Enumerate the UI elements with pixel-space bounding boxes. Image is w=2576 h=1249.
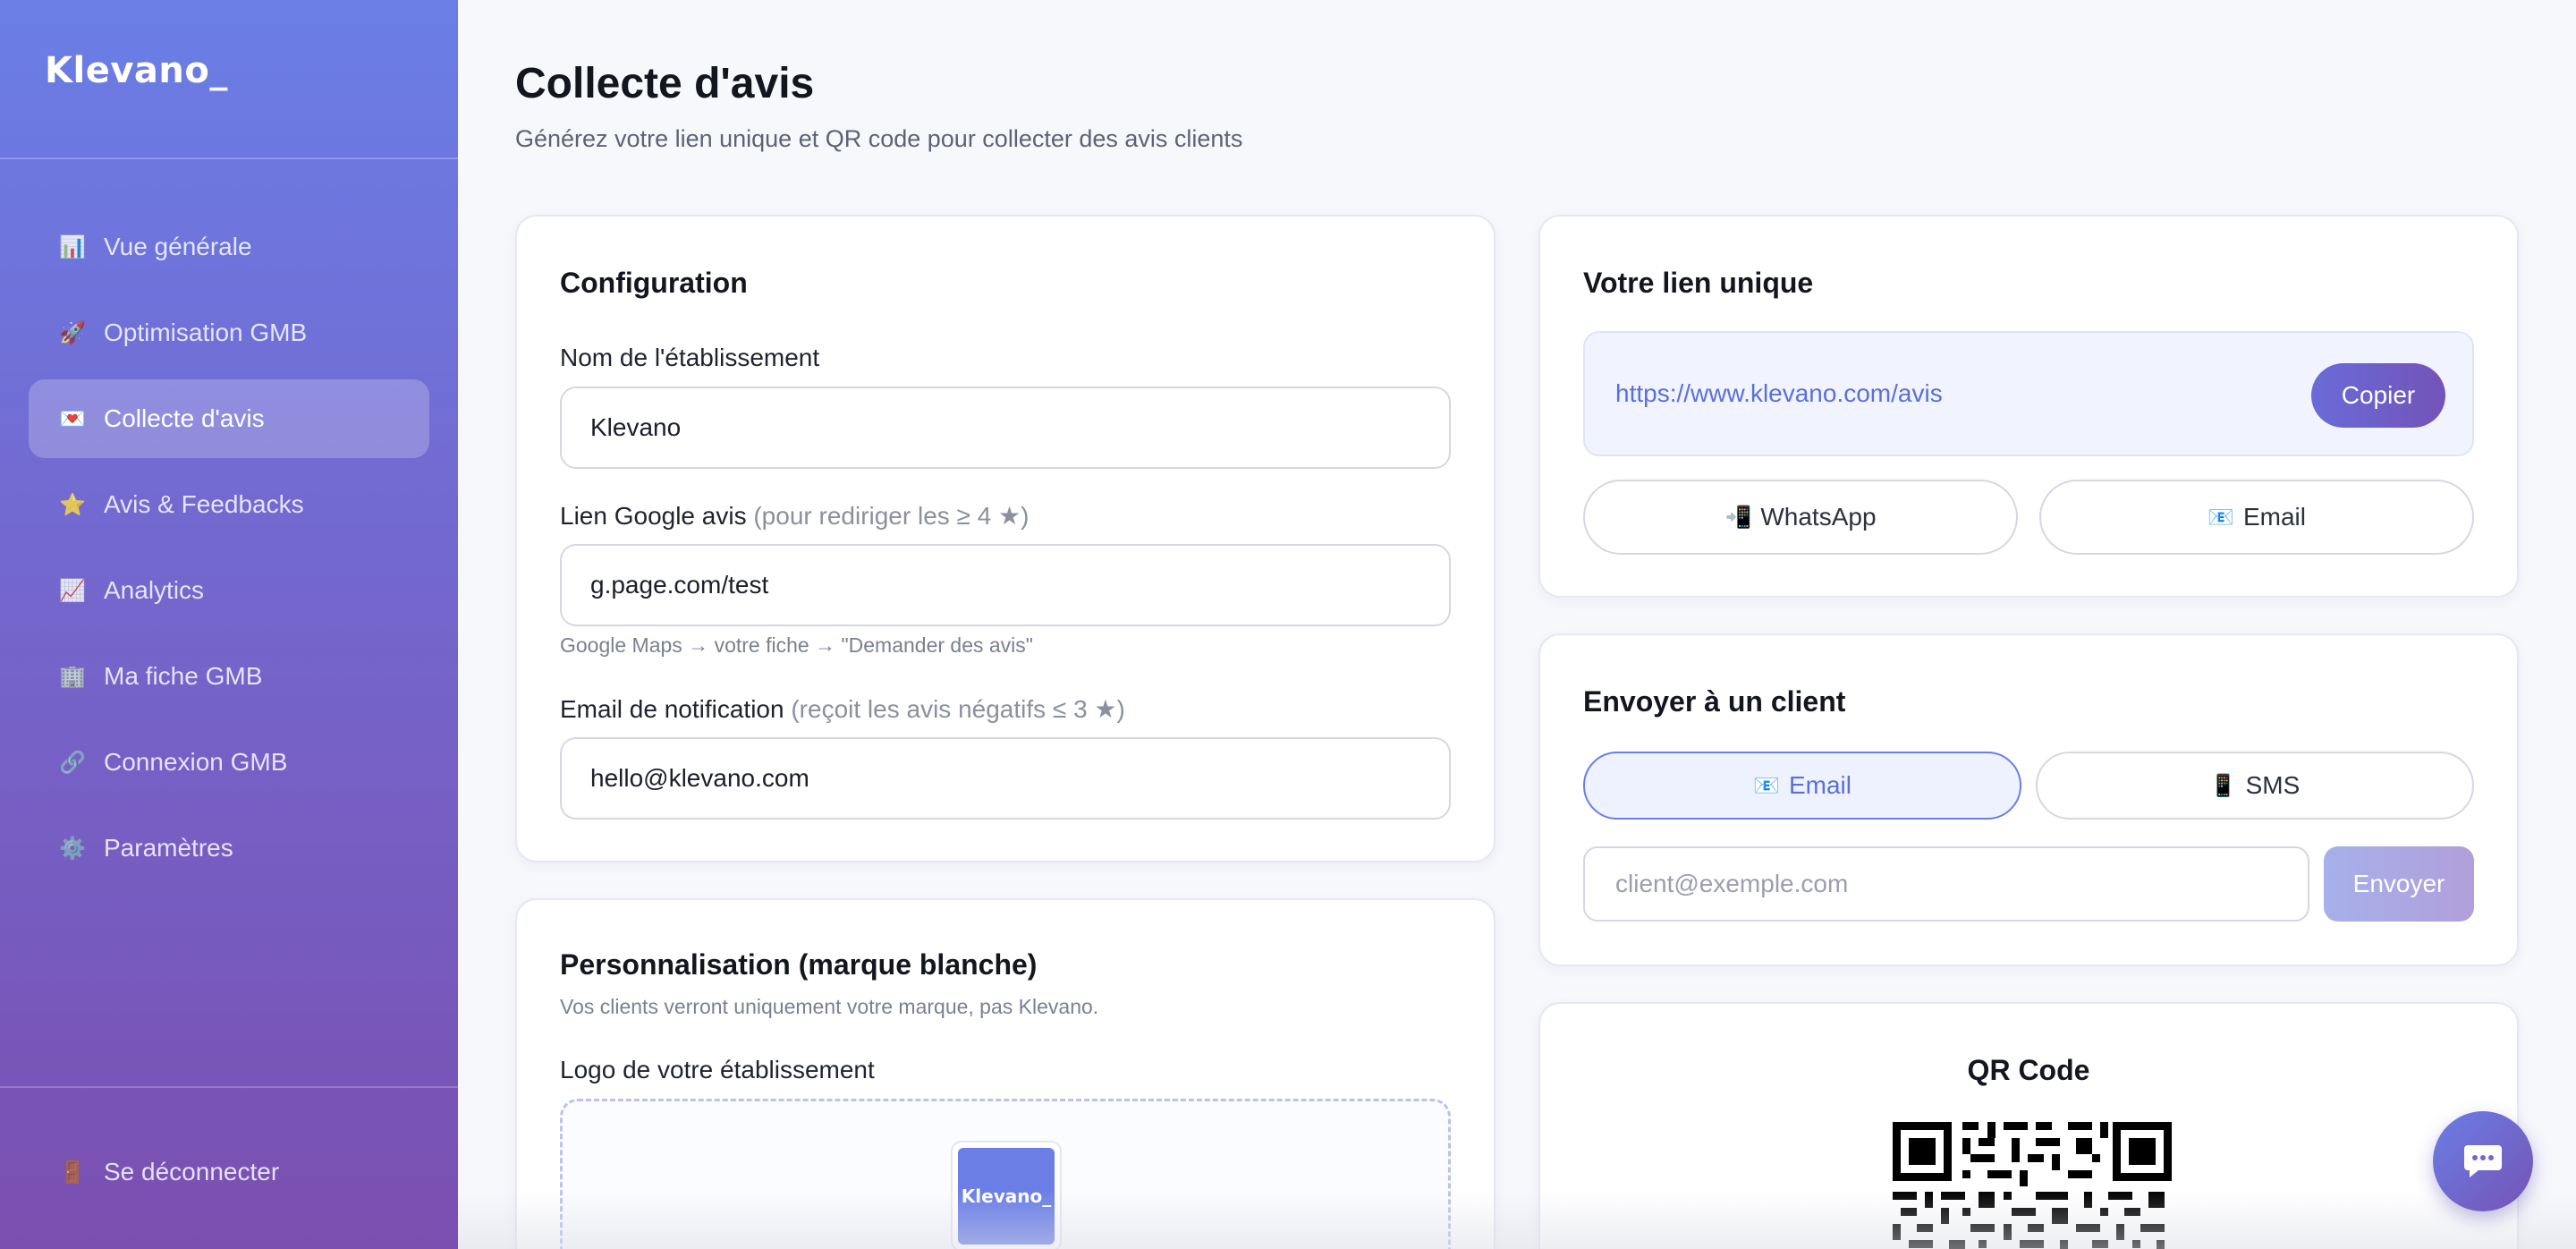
- logout-label: Se déconnecter: [104, 1158, 280, 1185]
- phone-arrow-icon: 📲: [1724, 505, 1752, 530]
- branding-card: Personnalisation (marque blanche) Vos cl…: [515, 898, 1496, 1249]
- sidebar-item-3[interactable]: 💌 Collecte d'avis: [29, 379, 429, 458]
- google-review-link-field[interactable]: g.page.com/test: [560, 544, 1451, 626]
- unique-link-box: https://www.klevano.com/avis Copier: [1583, 331, 2474, 456]
- name-field-label: Nom de l'établissement: [560, 344, 820, 371]
- logo-preview-image: Klevano_: [958, 1148, 1055, 1245]
- brand-logo[interactable]: Klevano_: [45, 50, 228, 91]
- qr-code-title: QR Code: [1967, 1054, 2090, 1086]
- logo-upload-label: Logo de votre établissement: [560, 1056, 875, 1083]
- logo-upload-dropzone[interactable]: Klevano_: [560, 1099, 1451, 1249]
- unique-link-url[interactable]: https://www.klevano.com/avis: [1615, 379, 1943, 408]
- sidebar-item-label: Ma fiche GMB: [104, 662, 263, 690]
- sidebar-item-label: Optimisation GMB: [104, 319, 308, 346]
- google-link-hint: Google Maps → votre fiche → "Demander de…: [560, 633, 1033, 657]
- sidebar-item-8[interactable]: ⚙️ Paramètres: [29, 809, 429, 888]
- sidebar-item-label: Vue générale: [104, 233, 252, 260]
- sidebar-item-6[interactable]: 🏢 Ma fiche GMB: [29, 637, 429, 716]
- share-whatsapp-button[interactable]: 📲 WhatsApp: [1583, 480, 2018, 555]
- bar-chart-icon: 📊: [59, 234, 86, 259]
- configuration-title: Configuration: [560, 267, 748, 299]
- notification-email-label-text: Email de notification: [560, 695, 784, 723]
- gear-icon: ⚙️: [59, 836, 86, 861]
- send-client-title: Envoyer à un client: [1583, 685, 1846, 718]
- sidebar-item-label: Connexion GMB: [104, 748, 288, 776]
- sidebar-item-label: Avis & Feedbacks: [104, 490, 304, 518]
- send-client-card: Envoyer à un client 📧 Email 📱 SMS client…: [1538, 633, 2519, 966]
- notification-email-label-note: (reçoit les avis négatifs ≤ 3 ★): [791, 695, 1125, 723]
- mobile-phone-icon: 📱: [2209, 773, 2237, 798]
- share-email-label: Email: [2242, 503, 2306, 531]
- client-email-input[interactable]: client@exemple.com: [1583, 846, 2309, 922]
- sidebar-item-4[interactable]: ⭐ Avis & Feedbacks: [29, 465, 429, 544]
- envelope-icon: 📧: [1753, 773, 1780, 798]
- sidebar-item-7[interactable]: 🔗 Connexion GMB: [29, 723, 429, 802]
- qr-code-image: [1891, 1120, 2174, 1249]
- rocket-icon: 🚀: [59, 320, 86, 345]
- establishment-name-field[interactable]: Klevano: [560, 387, 1451, 469]
- sidebar-item-label: Collecte d'avis: [104, 404, 265, 432]
- branding-subtitle: Vos clients verront uniquement votre mar…: [560, 995, 1099, 1018]
- google-link-label: Lien Google avis (pour rediriger les ≥ 4…: [560, 501, 1029, 531]
- building-icon: 🏢: [59, 664, 86, 689]
- unique-link-card: Votre lien unique https://www.klevano.co…: [1538, 215, 2519, 598]
- google-link-label-note: (pour rediriger les ≥ 4 ★): [753, 502, 1030, 530]
- notification-email-field[interactable]: hello@klevano.com: [560, 737, 1451, 820]
- page-title: Collecte d'avis: [515, 60, 815, 107]
- sidebar-item-5[interactable]: 📈 Analytics: [29, 551, 429, 630]
- sidebar-nav: 📊 Vue générale 🚀 Optimisation GMB 💌 Collecte …: [29, 208, 429, 895]
- share-whatsapp-label: WhatsApp: [1760, 503, 1877, 531]
- star-icon: ⭐: [59, 492, 86, 517]
- sidebar-item-label: Paramètres: [104, 834, 233, 862]
- sidebar-item-label: Analytics: [104, 576, 205, 604]
- tab-email-label: Email: [1788, 771, 1852, 799]
- qr-code-card: QR Code: [1538, 1002, 2519, 1249]
- link-icon: 🔗: [59, 750, 86, 775]
- logout-button[interactable]: 🚪 Se déconnecter: [29, 1133, 429, 1211]
- brand-logo-text: Klevano: [45, 50, 210, 91]
- logo-preview: Klevano_: [951, 1141, 1062, 1249]
- sidebar-divider-top: [0, 157, 458, 159]
- trend-chart-icon: 📈: [59, 578, 86, 603]
- brand-logo-cursor: _: [209, 50, 228, 91]
- tab-sms-label: SMS: [2245, 771, 2301, 799]
- google-link-label-text: Lien Google avis: [560, 502, 747, 530]
- sidebar-item-2[interactable]: 🚀 Optimisation GMB: [29, 293, 429, 372]
- tab-sms[interactable]: 📱 SMS: [2036, 752, 2474, 820]
- share-email-button[interactable]: 📧 Email: [2039, 480, 2474, 555]
- send-button[interactable]: Envoyer: [2324, 846, 2474, 922]
- tab-email[interactable]: 📧 Email: [1583, 752, 2021, 820]
- sidebar: Klevano_ 📊 Vue générale 🚀 Optimisation GMB 💌…: [0, 0, 458, 1249]
- chat-button[interactable]: [2433, 1111, 2533, 1211]
- configuration-card: Configuration Nom de l'établissement Kle…: [515, 215, 1496, 862]
- copy-button[interactable]: Copier: [2311, 363, 2445, 428]
- envelope-icon: 📧: [2207, 505, 2234, 530]
- unique-link-title: Votre lien unique: [1583, 267, 1814, 299]
- love-letter-icon: 💌: [59, 406, 86, 431]
- chat-bubble-icon: [2464, 1145, 2502, 1177]
- page-subtitle: Générez votre lien unique et QR code pou…: [515, 125, 1243, 152]
- sidebar-divider-bottom: [0, 1086, 458, 1088]
- sidebar-item-1[interactable]: 📊 Vue générale: [29, 208, 429, 286]
- branding-title: Personnalisation (marque blanche): [560, 948, 1038, 981]
- notification-email-label: Email de notification (reçoit les avis n…: [560, 694, 1125, 724]
- door-icon: 🚪: [59, 1160, 86, 1185]
